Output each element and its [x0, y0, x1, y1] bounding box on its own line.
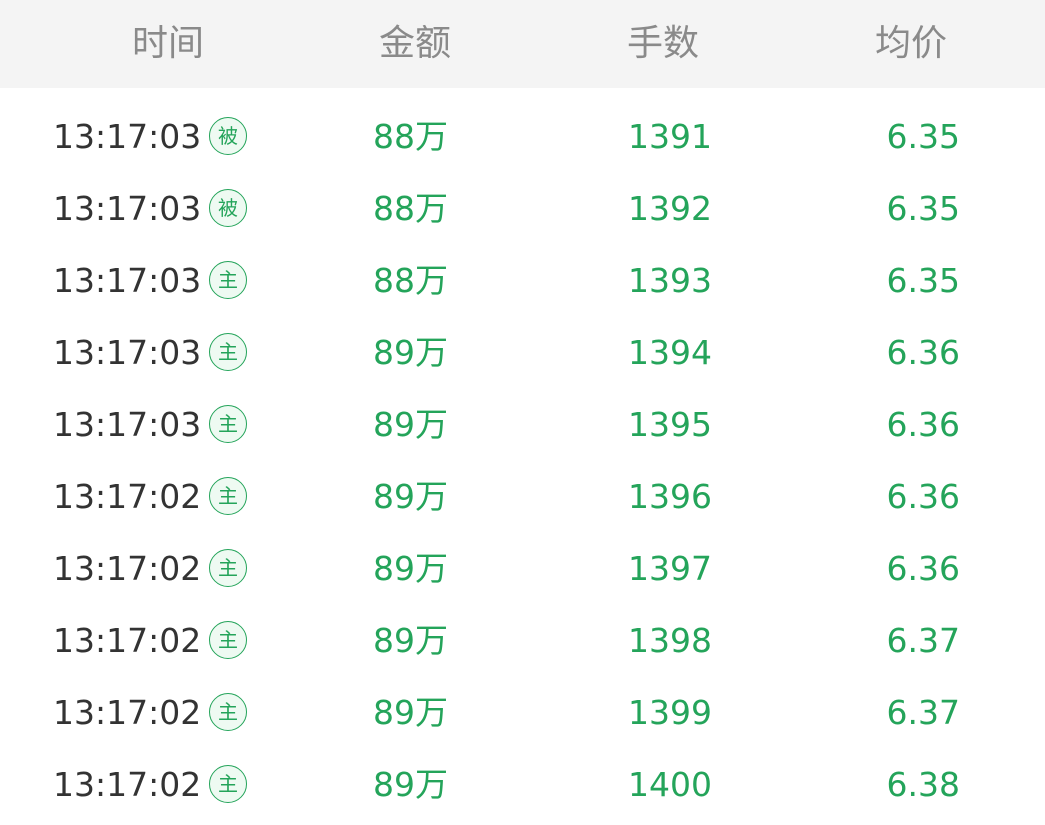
trade-avg-price: 6.36: [886, 549, 960, 588]
trade-avg-price: 6.36: [886, 333, 960, 372]
trade-avg-price: 6.35: [886, 189, 960, 228]
trade-type-badge: 主: [209, 405, 247, 443]
header-lots: 手数: [626, 23, 699, 64]
table-row: 13:17:02 主 89万 1398 6.37: [0, 605, 1045, 677]
trade-lots: 1400: [628, 765, 712, 804]
table-row: 13:17:03 主 89万 1394 6.36: [0, 317, 1045, 389]
header-time: 时间: [131, 23, 204, 64]
trade-time: 13:17:03: [53, 261, 202, 300]
header-amount: 金额: [378, 23, 451, 64]
trade-lots: 1391: [628, 117, 712, 156]
trade-amount: 88万: [373, 117, 448, 156]
trade-avg-price: 6.35: [886, 261, 960, 300]
trade-type-badge: 主: [209, 477, 247, 515]
trade-time: 13:17:02: [53, 621, 202, 660]
trade-avg-price: 6.36: [886, 405, 960, 444]
table-row: 13:17:02 主 89万 1397 6.36: [0, 533, 1045, 605]
table-row: 13:17:02 主 89万 1400 6.38: [0, 749, 1045, 821]
trade-lots: 1392: [628, 189, 712, 228]
trade-type-badge: 主: [209, 333, 247, 371]
trade-avg-price: 6.37: [886, 621, 960, 660]
trade-amount: 89万: [373, 621, 448, 660]
trade-amount: 89万: [373, 477, 448, 516]
trade-amount: 89万: [373, 549, 448, 588]
trade-type-badge: 主: [209, 621, 247, 659]
trade-time: 13:17:03: [53, 189, 202, 228]
trade-type-badge: 被: [209, 117, 247, 155]
trade-time: 13:17:03: [53, 333, 202, 372]
trade-avg-price: 6.37: [886, 693, 960, 732]
trade-amount: 88万: [373, 261, 448, 300]
trade-amount: 88万: [373, 189, 448, 228]
table-row: 13:17:02 主 89万 1396 6.36: [0, 461, 1045, 533]
trade-avg-price: 6.38: [886, 765, 960, 804]
trade-type-badge: 主: [209, 549, 247, 587]
trade-lots: 1399: [628, 693, 712, 732]
trade-time: 13:17:03: [53, 117, 202, 156]
trade-time: 13:17:03: [53, 405, 202, 444]
trade-amount: 89万: [373, 333, 448, 372]
trade-time: 13:17:02: [53, 549, 202, 588]
trade-type-badge: 被: [209, 189, 247, 227]
table-row: 13:17:03 被 88万 1392 6.35: [0, 173, 1045, 245]
header-avg-price: 均价: [874, 23, 947, 64]
trade-time: 13:17:02: [53, 765, 202, 804]
trade-amount: 89万: [373, 405, 448, 444]
trade-lots: 1393: [628, 261, 712, 300]
trade-lots: 1394: [628, 333, 712, 372]
trade-lots: 1398: [628, 621, 712, 660]
trade-type-badge: 主: [209, 765, 247, 803]
table-header: 时间 金额 手数 均价: [0, 0, 1045, 88]
trade-avg-price: 6.35: [886, 117, 960, 156]
trade-avg-price: 6.36: [886, 477, 960, 516]
table-row: 13:17:03 被 88万 1391 6.35: [0, 101, 1045, 173]
table-row: 13:17:03 主 88万 1393 6.35: [0, 245, 1045, 317]
table-row: 13:17:03 主 89万 1395 6.36: [0, 389, 1045, 461]
trade-amount: 89万: [373, 693, 448, 732]
trade-lots: 1397: [628, 549, 712, 588]
trade-time: 13:17:02: [53, 477, 202, 516]
trade-amount: 89万: [373, 765, 448, 804]
trade-time: 13:17:02: [53, 693, 202, 732]
table-row: 13:17:02 主 89万 1399 6.37: [0, 677, 1045, 749]
trade-type-badge: 主: [209, 261, 247, 299]
trade-lots: 1396: [628, 477, 712, 516]
trade-lots: 1395: [628, 405, 712, 444]
trade-type-badge: 主: [209, 693, 247, 731]
